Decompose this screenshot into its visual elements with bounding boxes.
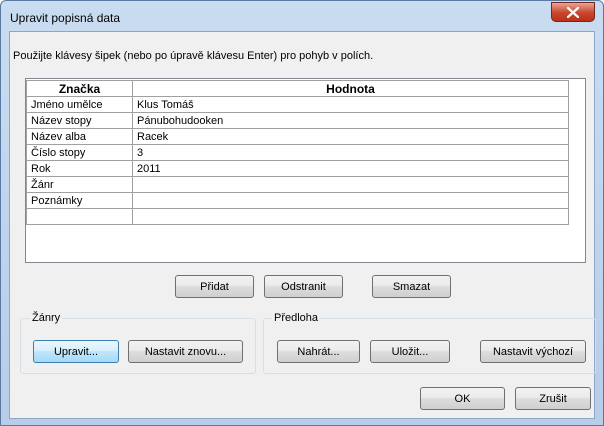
tag-cell: Žánr (26, 176, 133, 193)
reset-genres-button[interactable]: Nastavit znovu... (128, 340, 243, 363)
tag-cell: Název stopy (26, 112, 133, 129)
add-button[interactable]: Přidat (175, 275, 254, 298)
load-button[interactable]: Nahrát... (277, 340, 360, 363)
value-cell[interactable]: 3 (132, 144, 569, 161)
tag-cell: Název alba (26, 128, 133, 145)
tag-grid[interactable]: Značka Hodnota Jméno umělce Klus Tomáš N… (25, 78, 586, 263)
value-cell[interactable] (132, 176, 569, 193)
genres-group-label: Žánry (30, 312, 63, 324)
tag-cell (26, 208, 133, 225)
close-icon (567, 6, 579, 18)
table-row[interactable]: Název stopy Pánubohudooken (26, 112, 569, 129)
value-cell[interactable] (132, 192, 569, 209)
set-default-button[interactable]: Nastavit výchozí (480, 340, 586, 363)
save-button[interactable]: Uložit... (370, 340, 450, 363)
title-bar: Upravit popisná data (1, 1, 603, 31)
remove-button[interactable]: Odstranit (264, 275, 343, 298)
instructions-text: Použijte klávesy šipek (nebo po úpravě k… (13, 50, 374, 62)
table-row[interactable]: Žánr (26, 176, 569, 193)
table-header-row: Značka Hodnota (26, 80, 569, 97)
clear-button[interactable]: Smazat (372, 275, 451, 298)
column-header-tag: Značka (26, 80, 133, 97)
value-cell[interactable]: Pánubohudooken (132, 112, 569, 129)
tag-cell: Číslo stopy (26, 144, 133, 161)
table-row[interactable] (26, 208, 569, 225)
value-cell[interactable]: 2011 (132, 160, 569, 177)
tag-cell: Poznámky (26, 192, 133, 209)
value-cell[interactable]: Racek (132, 128, 569, 145)
template-group-label: Předloha (272, 312, 321, 324)
value-cell[interactable] (132, 208, 569, 225)
table-row[interactable]: Poznámky (26, 192, 569, 209)
close-button[interactable] (551, 2, 595, 22)
table-row[interactable]: Číslo stopy 3 (26, 144, 569, 161)
ok-button[interactable]: OK (420, 387, 505, 410)
table-row[interactable]: Název alba Racek (26, 128, 569, 145)
tag-cell: Rok (26, 160, 133, 177)
edit-genres-button[interactable]: Upravit... (33, 340, 119, 363)
column-header-value: Hodnota (132, 80, 569, 97)
dialog-title: Upravit popisná data (10, 11, 121, 25)
table-row[interactable]: Jméno umělce Klus Tomáš (26, 96, 569, 113)
tag-cell: Jméno umělce (26, 96, 133, 113)
table-row[interactable]: Rok 2011 (26, 160, 569, 177)
tag-table: Značka Hodnota Jméno umělce Klus Tomáš N… (26, 80, 569, 225)
cancel-button[interactable]: Zrušit (515, 387, 591, 410)
value-cell[interactable]: Klus Tomáš (132, 96, 569, 113)
